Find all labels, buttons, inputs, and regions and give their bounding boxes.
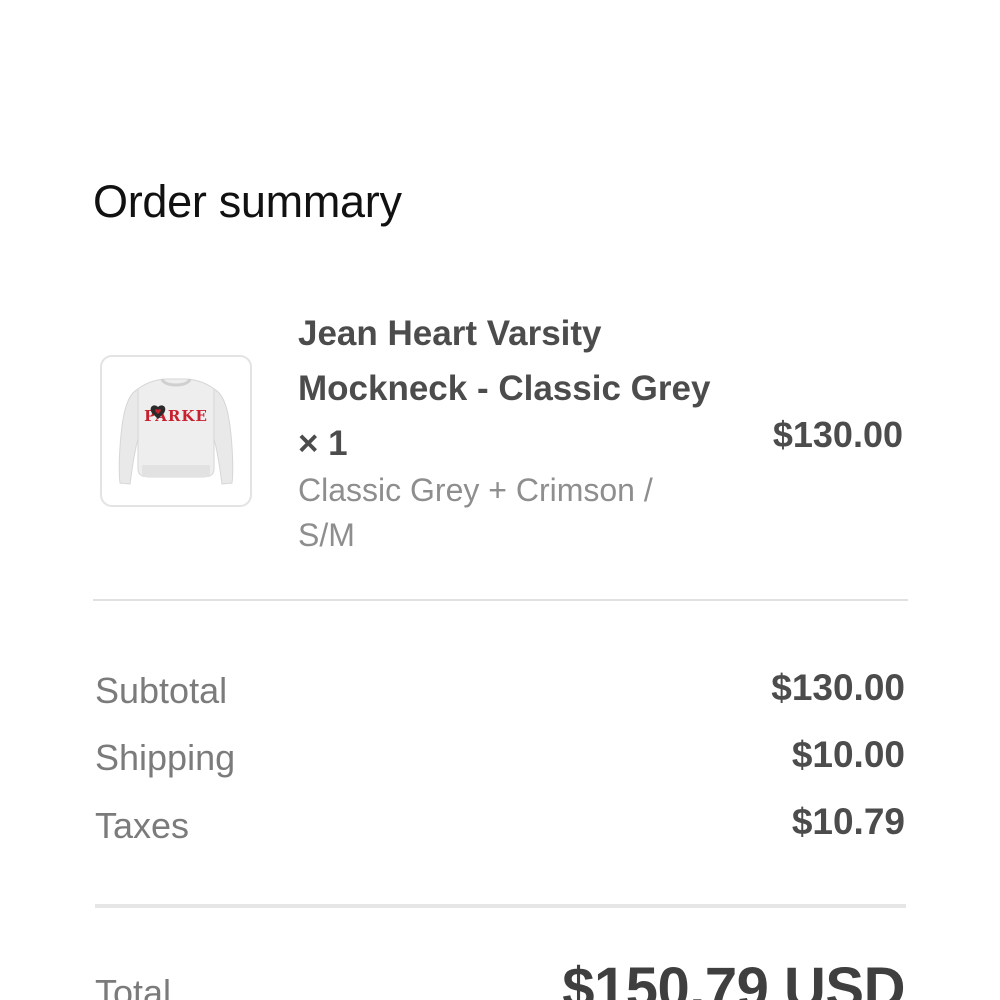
subtotal-value: $130.00 [771,667,905,708]
shipping-label: Shipping [95,737,236,778]
total-value: $150.79 USD [562,956,905,1000]
product-variant: Classic Grey + Crimson / S/M [298,472,653,553]
order-summary-page: Order summary PARKE Jean Heart Varsity M… [0,0,1000,1000]
section-divider [93,599,908,601]
product-price: $130.00 [772,414,903,455]
product-thumbnail: PARKE [100,355,252,507]
total-label: Total [95,972,172,1000]
order-summary-title: Order summary [93,176,402,227]
totals-divider [95,904,906,908]
subtotal-label: Subtotal [95,670,228,711]
sweatshirt-icon: PARKE [118,378,234,485]
taxes-value: $10.79 [791,801,905,842]
taxes-label: Taxes [95,805,190,846]
shipping-value: $10.00 [791,734,905,775]
product-name: Jean Heart Varsity Mockneck - Classic Gr… [298,314,711,463]
